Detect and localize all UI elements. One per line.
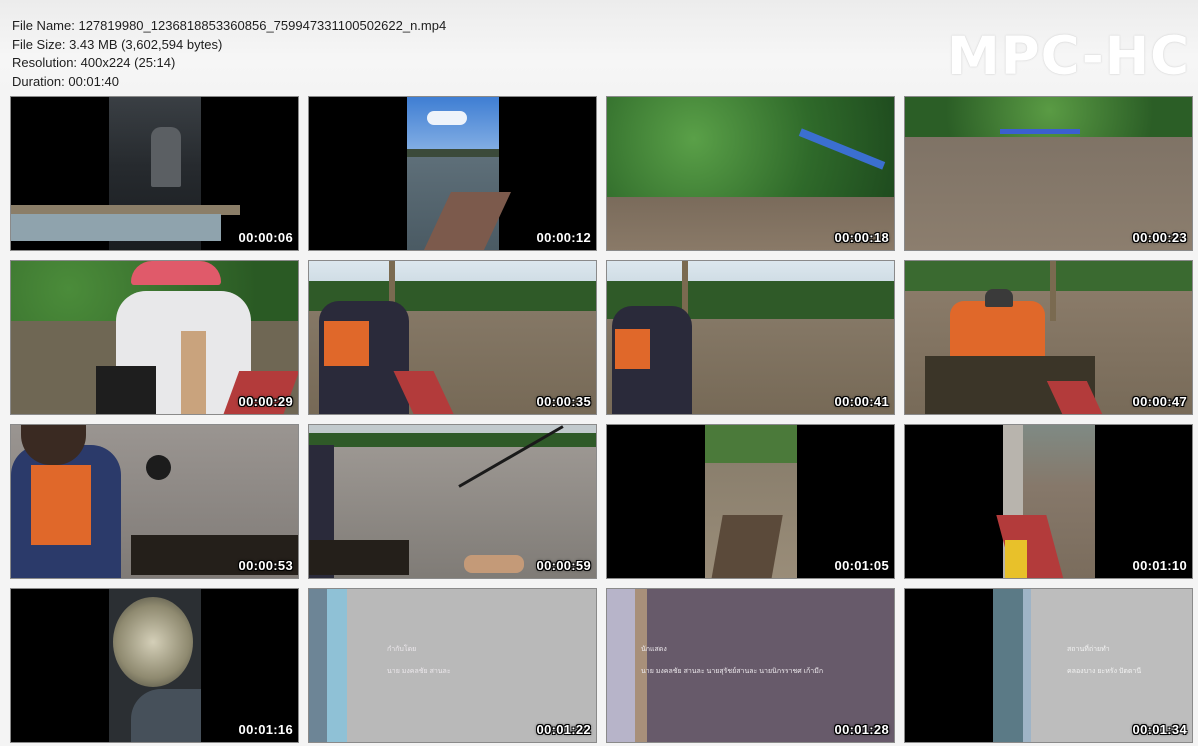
thumbnail-6[interactable]: 00:00:35 xyxy=(308,260,597,415)
thumbnail-3[interactable]: 00:00:18 xyxy=(606,96,895,251)
thumbnail-11[interactable]: 00:01:05 xyxy=(606,424,895,579)
timestamp-label: 00:01:05 xyxy=(834,558,889,573)
thumbnail-14[interactable]: กำกับโดย นาย มงคลชัย สานละ 00:01:22 xyxy=(308,588,597,743)
timestamp-label: 00:01:16 xyxy=(238,722,293,737)
thumbnail-image: นักแสดง นาย มงคลชัย สานละ นายสุรัชย์สานล… xyxy=(607,589,894,742)
thumbnail-image xyxy=(905,97,1192,250)
thumbnail-image xyxy=(11,425,298,578)
thumbnail-image xyxy=(11,97,298,250)
thumbnail-image xyxy=(607,97,894,250)
timestamp-label: 00:01:34 xyxy=(1132,722,1187,737)
thumbnail-image xyxy=(309,97,596,250)
timestamp-label: 00:00:12 xyxy=(536,230,591,245)
thumbnail-2[interactable]: 00:00:12 xyxy=(308,96,597,251)
timestamp-label: 00:01:22 xyxy=(536,722,591,737)
credit-caption-title: สถานที่ถ่ายทำ xyxy=(1067,646,1110,653)
credit-caption-name: นาย มงคลชัย สานละ xyxy=(387,668,451,675)
timestamp-label: 00:00:47 xyxy=(1132,394,1187,409)
thumbnail-9[interactable]: 00:00:53 xyxy=(10,424,299,579)
thumbnail-8[interactable]: 00:00:47 xyxy=(904,260,1193,415)
thumbnail-4[interactable]: 00:00:23 xyxy=(904,96,1193,251)
file-name-text: File Name: 127819980_1236818853360856_75… xyxy=(12,18,447,33)
thumbnail-image xyxy=(607,425,894,578)
thumbnail-16[interactable]: สถานที่ถ่ายทำ คลองบาง ยะหรัง ปัตตานี 00:… xyxy=(904,588,1193,743)
thumbnail-image xyxy=(11,589,298,742)
thumbnail-image xyxy=(905,425,1192,578)
timestamp-label: 00:00:41 xyxy=(834,394,889,409)
thumbnail-image xyxy=(309,261,596,414)
thumbnail-10[interactable]: 00:00:59 xyxy=(308,424,597,579)
thumbnail-grid: 00:00:06 00:00:12 00:00:18 00:00:23 00:0… xyxy=(10,96,1193,743)
thumbnail-1[interactable]: 00:00:06 xyxy=(10,96,299,251)
timestamp-label: 00:00:53 xyxy=(238,558,293,573)
timestamp-label: 00:01:10 xyxy=(1132,558,1187,573)
thumbnail-image xyxy=(607,261,894,414)
timestamp-label: 00:00:18 xyxy=(834,230,889,245)
credit-caption-title: นักแสดง xyxy=(641,646,667,653)
thumbnail-image xyxy=(905,261,1192,414)
thumbnail-image: กำกับโดย นาย มงคลชัย สานละ xyxy=(309,589,596,742)
file-info: File Name: 127819980_1236818853360856_75… xyxy=(12,17,446,91)
mpc-hc-logo: MPC-HC xyxy=(947,26,1190,87)
timestamp-label: 00:00:23 xyxy=(1132,230,1187,245)
thumbnail-15[interactable]: นักแสดง นาย มงคลชัย สานละ นายสุรัชย์สานล… xyxy=(606,588,895,743)
thumbnail-13[interactable]: 00:01:16 xyxy=(10,588,299,743)
timestamp-label: 00:01:28 xyxy=(834,722,889,737)
timestamp-label: 00:00:06 xyxy=(238,230,293,245)
timestamp-label: 00:00:29 xyxy=(238,394,293,409)
timestamp-label: 00:00:59 xyxy=(536,558,591,573)
thumbnail-image xyxy=(309,425,596,578)
thumbnail-image: สถานที่ถ่ายทำ คลองบาง ยะหรัง ปัตตานี xyxy=(905,589,1192,742)
credit-caption-title: กำกับโดย xyxy=(387,646,417,653)
file-size-text: File Size: 3.43 MB (3,602,594 bytes) xyxy=(12,36,223,52)
thumbnail-7[interactable]: 00:00:41 xyxy=(606,260,895,415)
timestamp-label: 00:00:35 xyxy=(536,394,591,409)
credit-caption-name: คลองบาง ยะหรัง ปัตตานี xyxy=(1067,668,1142,675)
thumbnail-5[interactable]: 00:00:29 xyxy=(10,260,299,415)
sheet-header: File Name: 127819980_1236818853360856_75… xyxy=(0,0,1198,95)
duration-text: Duration: 00:01:40 xyxy=(12,73,119,89)
resolution-text: Resolution: 400x224 (25:14) xyxy=(12,55,176,70)
credit-caption-name: นาย มงคลชัย สานละ นายสุรัชย์สานละ นายนิก… xyxy=(641,668,824,675)
thumbnail-image xyxy=(11,261,298,414)
thumbnail-12[interactable]: 00:01:10 xyxy=(904,424,1193,579)
